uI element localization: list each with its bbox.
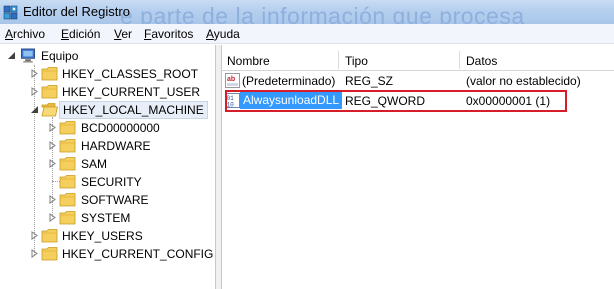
menu-edicion[interactable]: Edición (61, 27, 100, 41)
tree-item-label: SYSTEM (81, 211, 131, 225)
title-bar: e parte de la información que procesa Ed… (0, 0, 614, 29)
tree-item-system[interactable]: SYSTEM (0, 209, 216, 227)
menu-edicion-label: dición (69, 27, 101, 41)
menu-ver-label: er (121, 27, 133, 41)
tree-item-label: HKEY_LOCAL_MACHINE (59, 101, 208, 119)
expand-triangle-icon[interactable] (48, 141, 57, 150)
list-header: Nombre Tipo Datos (222, 49, 614, 71)
highlight-annotation-box (225, 90, 567, 112)
menu-ayuda-mnemonic: A (206, 27, 214, 41)
tree-item-label: Equipo (41, 49, 79, 63)
value-data: (valor no establecido) (466, 74, 581, 88)
column-separator[interactable] (338, 51, 339, 69)
column-header-datos[interactable]: Datos (466, 54, 497, 68)
folder-icon (59, 157, 76, 171)
tree-item-label: BCD00000000 (81, 121, 160, 135)
tree-item-label: SAM (81, 157, 108, 171)
string-value-icon: ab (225, 73, 240, 88)
tree-item-label: SOFTWARE (81, 193, 149, 207)
tree-item-label: HARDWARE (81, 139, 151, 153)
value-name: (Predeterminado) (242, 74, 336, 88)
tree-item-hkey-current-config[interactable]: HKEY_CURRENT_CONFIG (0, 245, 216, 263)
registry-editor-icon (3, 5, 18, 20)
menu-ayuda-label: yuda (213, 27, 240, 41)
values-list[interactable]: Nombre Tipo Datos ab (Predeterminado) RE… (222, 45, 614, 289)
tree-item-label: HKEY_USERS (62, 229, 143, 243)
expand-triangle-icon[interactable] (30, 69, 39, 78)
collapse-triangle-icon[interactable] (30, 105, 39, 114)
tree-item-label: HKEY_CURRENT_USER (62, 85, 201, 99)
folder-icon (59, 193, 76, 207)
menu-ayuda[interactable]: Ayuda (206, 27, 240, 41)
tree-item-label: SECURITY (81, 175, 142, 189)
menu-favoritos[interactable]: Favoritos (144, 27, 193, 41)
menu-archivo-mnemonic: A (5, 27, 14, 41)
folder-icon (59, 211, 76, 225)
collapse-triangle-icon[interactable] (7, 51, 16, 60)
column-separator[interactable] (459, 51, 460, 69)
menu-favoritos-label: avoritos (151, 27, 194, 41)
svg-text:ab: ab (227, 76, 235, 83)
menu-archivo-label: rchivo (13, 27, 46, 41)
menu-ver[interactable]: Ver (114, 27, 132, 41)
registry-tree[interactable]: Equipo HKEY_CLASSES_ROOT HKEY_CURRENT_US… (0, 45, 216, 289)
tree-item-bcd00000000[interactable]: BCD00000000 (0, 119, 216, 137)
column-header-nombre[interactable]: Nombre (227, 54, 270, 68)
folder-icon (59, 121, 76, 135)
folder-icon (41, 229, 58, 243)
expand-triangle-icon[interactable] (30, 249, 39, 258)
list-row[interactable]: ab (Predeterminado) REG_SZ (valor no est… (222, 71, 614, 90)
menu-bar: Archivo Edición Ver Favoritos Ayuda (0, 24, 614, 44)
expand-triangle-icon[interactable] (30, 87, 39, 96)
window-title: Editor del Registro (23, 4, 130, 19)
tree-item-hkey-current-user[interactable]: HKEY_CURRENT_USER (0, 83, 216, 101)
column-header-tipo[interactable]: Tipo (345, 54, 368, 68)
tree-item-hkey-users[interactable]: HKEY_USERS (0, 227, 216, 245)
tree-item-hardware[interactable]: HARDWARE (0, 137, 216, 155)
menu-archivo[interactable]: Archivo (5, 27, 45, 41)
tree-item-security[interactable]: SECURITY (0, 173, 216, 191)
menu-edicion-mnemonic: E (61, 27, 70, 41)
tree-item-sam[interactable]: SAM (0, 155, 216, 173)
expand-triangle-icon[interactable] (48, 123, 57, 132)
tree-item-equipo[interactable]: Equipo (0, 47, 216, 65)
tree-item-software[interactable]: SOFTWARE (0, 191, 216, 209)
open-folder-icon (41, 103, 58, 117)
folder-icon (59, 175, 76, 189)
folder-icon (41, 247, 58, 261)
expand-triangle-icon[interactable] (48, 195, 57, 204)
computer-icon (21, 48, 35, 63)
expand-triangle-icon[interactable] (30, 231, 39, 240)
tree-item-hkey-classes-root[interactable]: HKEY_CLASSES_ROOT (0, 65, 216, 83)
tree-item-label: HKEY_CLASSES_ROOT (62, 67, 199, 81)
folder-icon (41, 67, 58, 81)
folder-icon (59, 139, 76, 153)
tree-item-label: HKEY_CURRENT_CONFIG (62, 247, 214, 261)
value-type: REG_SZ (345, 74, 394, 88)
tree-item-hkey-local-machine[interactable]: HKEY_LOCAL_MACHINE (0, 101, 216, 119)
expand-triangle-icon[interactable] (48, 159, 57, 168)
expand-triangle-icon[interactable] (48, 213, 57, 222)
folder-icon (41, 85, 58, 99)
